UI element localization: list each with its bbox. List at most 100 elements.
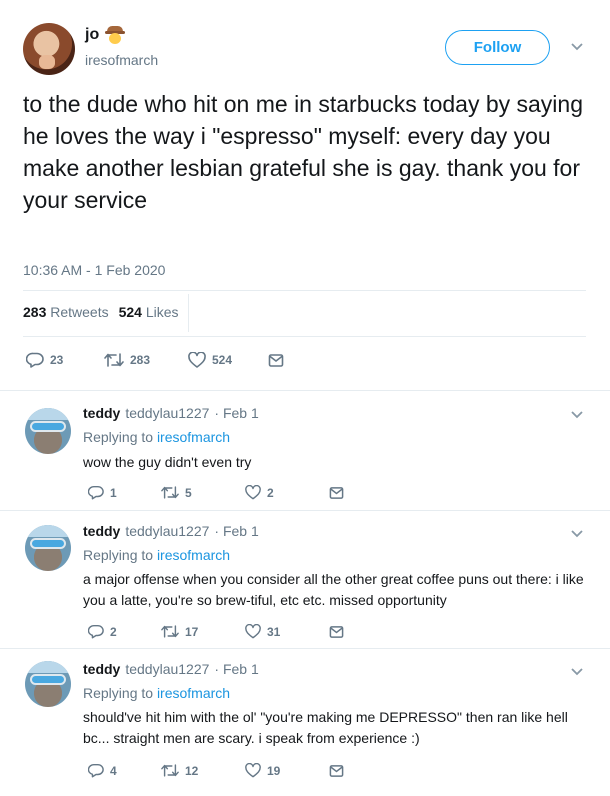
reply-author-handle[interactable]: teddylau1227 <box>125 523 209 539</box>
direct-message-button[interactable] <box>268 352 284 368</box>
direct-message-button[interactable] <box>329 763 344 778</box>
reply-button[interactable]: 1 <box>88 485 161 500</box>
stats-separator <box>188 294 189 332</box>
retweet-icon <box>161 486 179 499</box>
replying-to-link[interactable]: iresofmarch <box>157 429 230 445</box>
follow-button[interactable]: Follow <box>445 30 550 65</box>
avatar[interactable] <box>25 661 71 707</box>
replying-prefix: Replying to <box>83 685 154 701</box>
direct-message-button[interactable] <box>329 485 344 500</box>
replying-prefix: Replying to <box>83 547 154 563</box>
retweet-icon <box>161 764 179 777</box>
like-button[interactable]: 31 <box>245 624 329 639</box>
retweets-count: 283 <box>23 304 47 320</box>
retweet-button[interactable]: 12 <box>161 763 245 778</box>
like-count: 2 <box>267 485 274 500</box>
direct-message-icon <box>329 765 344 777</box>
retweet-count: 5 <box>185 485 192 500</box>
display-name[interactable]: jo <box>85 26 99 44</box>
reply-actions: 4 12 19 <box>88 763 344 778</box>
reply-text: a major offense when you consider all th… <box>83 571 584 608</box>
replying-to-link[interactable]: iresofmarch <box>157 547 230 563</box>
avatar[interactable] <box>23 23 75 75</box>
likes-count: 524 <box>118 304 142 320</box>
divider <box>23 336 586 337</box>
reply-date[interactable]: · Feb 1 <box>214 661 258 677</box>
divider <box>23 290 586 291</box>
reply-actions: 1 5 2 <box>88 485 344 500</box>
chevron-down-icon[interactable] <box>571 530 583 538</box>
like-button[interactable]: 2 <box>245 485 329 500</box>
like-button[interactable]: 524 <box>188 352 268 368</box>
reply-author-name[interactable]: teddy <box>83 523 120 539</box>
likes-label: Likes <box>145 304 179 320</box>
reply-text: should've hit him with the ol' "you're m… <box>83 709 568 746</box>
replying-prefix: Replying to <box>83 429 154 445</box>
avatar[interactable] <box>25 525 71 571</box>
tweet-text: to the dude who hit on me in starbucks t… <box>23 91 583 213</box>
replying-to: Replying to iresofmarch <box>83 547 230 563</box>
reply-header: teddy teddylau1227 · Feb 1 <box>83 661 259 677</box>
chevron-down-icon[interactable] <box>571 43 583 51</box>
reply-count: 2 <box>110 624 117 639</box>
author-name-row: jo <box>85 25 126 45</box>
tweet-actions: 23 283 524 <box>26 352 284 368</box>
reply-icon <box>88 764 104 778</box>
retweet-icon <box>161 625 179 638</box>
replying-to-link[interactable]: iresofmarch <box>157 685 230 701</box>
reply-header: teddy teddylau1227 · Feb 1 <box>83 405 259 421</box>
retweet-icon <box>104 353 124 367</box>
direct-message-button[interactable] <box>329 624 344 639</box>
reply-tweet[interactable]: teddy teddylau1227 · Feb 1 Replying to i… <box>0 648 610 796</box>
reply-count: 23 <box>50 353 64 367</box>
reply-tweet[interactable]: teddy teddylau1227 · Feb 1 Replying to i… <box>0 510 610 648</box>
like-icon <box>245 763 261 778</box>
replying-to: Replying to iresofmarch <box>83 429 230 445</box>
reply-icon <box>88 625 104 639</box>
reply-author-handle[interactable]: teddylau1227 <box>125 405 209 421</box>
reply-icon <box>88 486 104 500</box>
replying-to: Replying to iresofmarch <box>83 685 230 701</box>
retweet-count: 17 <box>185 624 199 639</box>
like-count: 31 <box>267 624 281 639</box>
reply-author-name[interactable]: teddy <box>83 661 120 677</box>
reply-date[interactable]: · Feb 1 <box>214 523 258 539</box>
main-tweet: jo iresofmarch Follow to the dude who hi… <box>0 0 610 390</box>
like-icon <box>188 352 206 368</box>
direct-message-icon <box>268 354 284 367</box>
retweet-button[interactable]: 283 <box>104 352 188 368</box>
avatar[interactable] <box>25 408 71 454</box>
like-count: 524 <box>212 353 233 367</box>
like-button[interactable]: 19 <box>245 763 329 778</box>
reply-button[interactable]: 4 <box>88 763 161 778</box>
reply-count: 1 <box>110 485 117 500</box>
retweet-count: 283 <box>130 353 151 367</box>
reply-header: teddy teddylau1227 · Feb 1 <box>83 523 259 539</box>
like-icon <box>245 485 261 500</box>
chevron-down-icon[interactable] <box>571 668 583 676</box>
reply-button[interactable]: 2 <box>88 624 161 639</box>
likes-stat[interactable]: 524 Likes <box>119 304 179 320</box>
retweets-stat[interactable]: 283 Retweets <box>23 304 109 320</box>
reply-date[interactable]: · Feb 1 <box>214 405 258 421</box>
like-count: 19 <box>267 763 281 778</box>
direct-message-icon <box>329 487 344 499</box>
reply-icon <box>26 352 44 368</box>
retweet-count: 12 <box>185 763 199 778</box>
like-icon <box>245 624 261 639</box>
chevron-down-icon[interactable] <box>571 411 583 419</box>
reply-actions: 2 17 31 <box>88 624 344 639</box>
retweet-button[interactable]: 17 <box>161 624 245 639</box>
retweets-label: Retweets <box>50 304 109 320</box>
reply-tweet[interactable]: teddy teddylau1227 · Feb 1 Replying to i… <box>0 390 610 510</box>
cowboy-emoji-icon <box>105 25 126 45</box>
tweet-stats: 283 Retweets 524 Likes <box>23 304 179 320</box>
reply-button[interactable]: 23 <box>26 352 104 368</box>
reply-text: wow the guy didn't even try <box>83 454 252 470</box>
direct-message-icon <box>329 626 344 638</box>
reply-author-handle[interactable]: teddylau1227 <box>125 661 209 677</box>
retweet-button[interactable]: 5 <box>161 485 245 500</box>
reply-author-name[interactable]: teddy <box>83 405 120 421</box>
tweet-timestamp[interactable]: 10:36 AM - 1 Feb 2020 <box>23 262 165 278</box>
author-handle[interactable]: iresofmarch <box>85 52 158 68</box>
